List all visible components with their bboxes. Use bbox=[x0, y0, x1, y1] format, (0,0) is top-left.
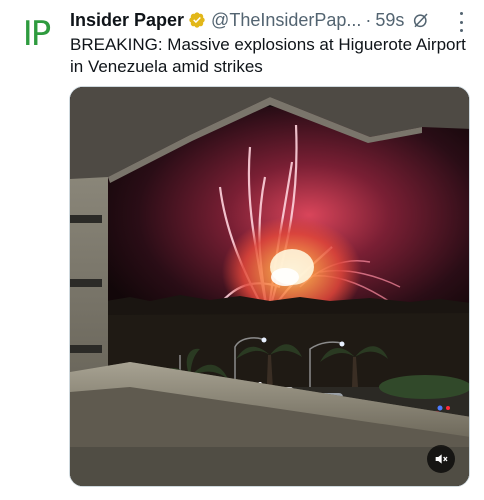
tweet-card[interactable]: IP Insider Paper @TheInsiderPap... · 59s… bbox=[0, 0, 484, 500]
avatar[interactable]: IP bbox=[14, 12, 58, 56]
separator-dot: · bbox=[365, 9, 372, 30]
tweet-text: BREAKING: Massive explosions at Higuerot… bbox=[70, 35, 466, 76]
tweet-video[interactable] bbox=[69, 86, 470, 487]
video-frame bbox=[70, 87, 469, 486]
more-options-icon[interactable] bbox=[454, 12, 468, 32]
verified-badge-icon bbox=[189, 12, 205, 28]
timestamp[interactable]: 59s bbox=[375, 10, 404, 31]
tweet-header: Insider Paper @TheInsiderPap... · 59s bbox=[70, 8, 470, 32]
grok-icon[interactable] bbox=[412, 11, 430, 29]
volume-muted-icon[interactable] bbox=[427, 445, 455, 473]
author-handle[interactable]: @TheInsiderPap... bbox=[211, 10, 361, 31]
avatar-logo-text: IP bbox=[22, 14, 51, 54]
author-name[interactable]: Insider Paper bbox=[70, 10, 184, 31]
